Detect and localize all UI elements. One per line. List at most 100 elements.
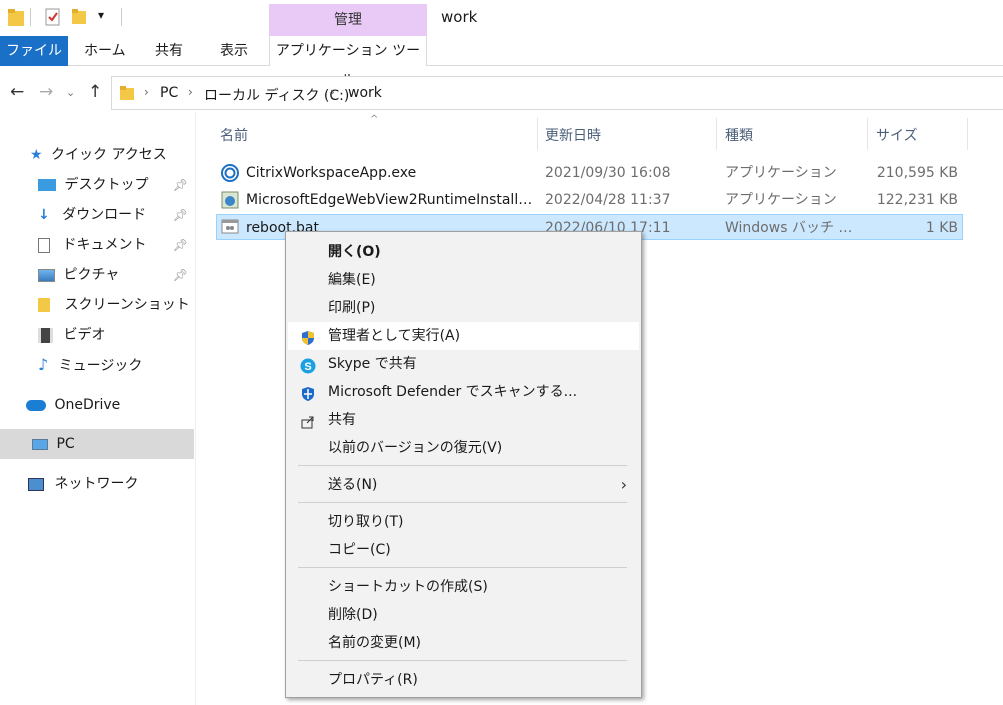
breadcrumb-work[interactable]: work (348, 85, 382, 101)
breadcrumb-pc[interactable]: PC (160, 85, 178, 101)
chevron-right-icon: › (620, 475, 627, 494)
column-header-date[interactable]: 更新日時 (545, 124, 601, 148)
batch-file-icon (221, 218, 239, 245)
menu-separator (298, 465, 627, 466)
sidebar-item-desktop[interactable]: デスクトップ 📌︎ (38, 170, 194, 200)
sidebar-item-label: OneDrive (54, 397, 121, 413)
breadcrumb-separator-icon[interactable]: › (188, 85, 193, 99)
sidebar-item-pc[interactable]: PC (0, 429, 194, 459)
column-divider[interactable] (867, 118, 868, 150)
navigation-bar: ← → ⌄ ↑ › PC › ローカル ディスク (C:) › work (0, 74, 1003, 112)
sidebar-item-label: デスクトップ (64, 177, 149, 193)
file-name: MicrosoftEdgeWebView2RuntimeInstalle... (246, 192, 536, 208)
menu-item-send-to[interactable]: 送る(N) › (288, 471, 639, 499)
download-icon: ↓ (38, 207, 50, 223)
breadcrumb-separator-icon[interactable]: › (330, 85, 335, 99)
sidebar-item-documents[interactable]: ドキュメント 📌︎ (38, 230, 194, 260)
file-type: アプリケーション (725, 192, 837, 208)
customize-qat-icon[interactable]: ▾ (98, 8, 104, 22)
menu-item-cut[interactable]: 切り取り(T) (288, 508, 639, 536)
address-bar[interactable]: › PC › ローカル ディスク (C:) › work (111, 76, 1003, 110)
menu-item-label: 管理者として実行(A) (328, 328, 461, 344)
tab-share[interactable]: 共有 (155, 36, 183, 66)
sidebar-item-screenshots[interactable]: スクリーンショット (38, 290, 194, 320)
picture-icon (38, 268, 55, 282)
music-icon: ♪ (38, 355, 49, 374)
tab-application-tools[interactable]: アプリケーション ツール (269, 36, 427, 89)
sidebar-item-network[interactable]: ネットワーク (28, 469, 194, 499)
sidebar-item-label: PC (56, 436, 75, 452)
tab-file[interactable]: ファイル (0, 36, 68, 66)
pin-icon[interactable]: 📌︎ (173, 260, 188, 290)
menu-item-defender-scan[interactable]: Microsoft Defender でスキャンする... (288, 378, 639, 406)
breadcrumb-separator-icon[interactable]: › (144, 85, 149, 99)
breadcrumb-local-disk[interactable]: ローカル ディスク (C:) (204, 85, 349, 105)
star-icon: ★ (30, 147, 43, 163)
recent-locations-icon[interactable]: ⌄ (66, 86, 75, 99)
sidebar-item-quick-access[interactable]: ★ クイック アクセス (30, 140, 196, 170)
column-divider[interactable] (967, 118, 968, 150)
menu-item-label: 削除(D) (328, 607, 378, 623)
sidebar-item-label: ドキュメント (62, 237, 147, 253)
forward-icon[interactable]: → (39, 82, 53, 102)
network-icon (28, 477, 44, 491)
file-date: 2021/09/30 16:08 (545, 165, 671, 181)
menu-item-create-shortcut[interactable]: ショートカットの作成(S) (288, 573, 639, 601)
pin-icon[interactable]: 📌︎ (173, 170, 188, 200)
menu-item-label: 編集(E) (328, 272, 376, 288)
column-header-size[interactable]: サイズ (876, 124, 918, 148)
sidebar-item-pictures[interactable]: ピクチャ 📌︎ (38, 260, 194, 290)
folder-icon (8, 8, 24, 32)
tab-view[interactable]: 表示 (220, 36, 248, 66)
pin-icon[interactable]: 📌︎ (173, 230, 188, 260)
sidebar-item-videos[interactable]: ビデオ (38, 320, 194, 350)
pin-icon[interactable]: 📌︎ (173, 200, 188, 230)
file-row[interactable]: MicrosoftEdgeWebView2RuntimeInstalle... … (216, 187, 963, 213)
menu-item-label: 送る(N) (328, 477, 378, 493)
sidebar-item-label: ピクチャ (63, 267, 120, 283)
menu-item-rename[interactable]: 名前の変更(M) (288, 629, 639, 657)
sidebar-item-music[interactable]: ♪ ミュージック (38, 350, 194, 380)
menu-item-print[interactable]: 印刷(P) (288, 294, 639, 322)
menu-separator (298, 502, 627, 503)
sidebar-item-onedrive[interactable]: OneDrive (26, 390, 194, 420)
ribbon-tabs: ファイル ホーム 共有 表示 アプリケーション ツール (0, 36, 1003, 89)
divider (121, 8, 122, 26)
menu-item-properties[interactable]: プロパティ(R) (288, 666, 639, 694)
file-type: Windows バッチ ファ... (725, 220, 860, 236)
document-icon (38, 237, 50, 253)
properties-icon[interactable] (45, 8, 61, 30)
file-size: 1 KB (925, 220, 958, 236)
menu-separator (298, 567, 627, 568)
menu-item-edit[interactable]: 編集(E) (288, 266, 639, 294)
sidebar-item-downloads[interactable]: ↓ ダウンロード 📌︎ (38, 200, 194, 230)
menu-item-copy[interactable]: コピー(C) (288, 536, 639, 564)
up-icon[interactable]: ↑ (88, 82, 102, 102)
menu-item-share[interactable]: 共有 (288, 406, 639, 434)
column-header-name[interactable]: 名前 (220, 124, 248, 148)
menu-item-delete[interactable]: 削除(D) (288, 601, 639, 629)
new-folder-icon[interactable] (72, 8, 86, 30)
column-header-type[interactable]: 種類 (725, 124, 753, 148)
menu-item-run-as-admin[interactable]: 管理者として実行(A) (288, 322, 639, 350)
sidebar-item-label: ミュージック (58, 358, 143, 374)
tab-home[interactable]: ホーム (84, 36, 126, 66)
context-tab-header: 管理 (269, 4, 427, 36)
menu-item-restore-previous-versions[interactable]: 以前のバージョンの復元(V) (288, 434, 639, 462)
context-menu: 開く(O) 編集(E) 印刷(P) 管理者として実行(A) S Skype で共… (285, 231, 642, 698)
column-divider[interactable] (537, 118, 538, 150)
svg-text:S: S (304, 361, 311, 373)
menu-item-open[interactable]: 開く(O) (288, 238, 639, 266)
file-row[interactable]: CitrixWorkspaceApp.exe 2021/09/30 16:08 … (216, 160, 963, 186)
menu-item-label: Microsoft Defender でスキャンする... (328, 384, 578, 400)
sidebar-item-label: ネットワーク (54, 476, 139, 492)
cloud-icon (26, 399, 46, 411)
file-name: CitrixWorkspaceApp.exe (246, 165, 417, 181)
menu-item-label: 以前のバージョンの復元(V) (328, 440, 503, 456)
navigation-pane: ★ クイック アクセス デスクトップ 📌︎ ↓ ダウンロード 📌︎ ドキュメント… (0, 112, 196, 705)
back-icon[interactable]: ← (10, 82, 24, 102)
menu-item-skype-share[interactable]: S Skype で共有 (288, 350, 639, 378)
menu-item-label: 切り取り(T) (328, 514, 404, 530)
column-divider[interactable] (716, 118, 717, 150)
menu-item-label: 共有 (328, 412, 356, 428)
